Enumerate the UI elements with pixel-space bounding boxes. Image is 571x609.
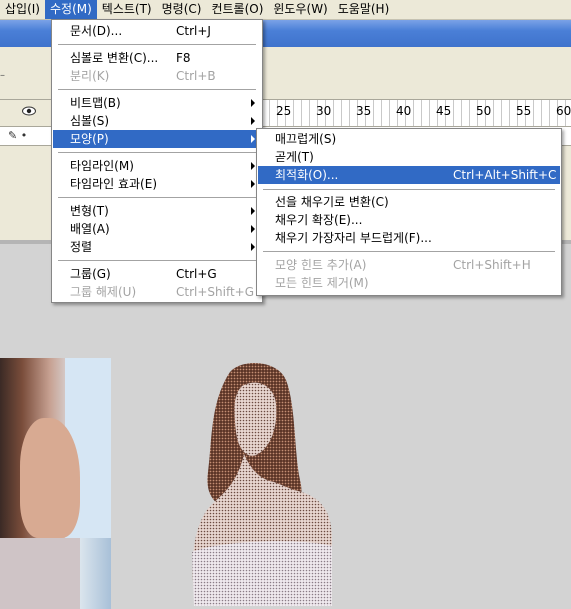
photo-shirt [0,538,80,609]
eye-icon[interactable] [22,106,36,116]
menu-separator [58,197,256,198]
menu-item-label: 모든 힌트 제거(M) [275,276,369,290]
menu-item-symbol[interactable]: 심볼(S) [53,112,261,130]
menu-item-label: 비트맵(B) [70,96,121,110]
menu-item-arrange[interactable]: 배열(A) [53,220,261,238]
menu-separator [263,189,555,190]
menu-control[interactable]: 컨트롤(O) [206,0,268,19]
menu-item-shape[interactable]: 모양(P) [53,130,261,148]
menu-separator [58,260,256,261]
menu-item-shortcut: F8 [176,51,191,65]
menu-item-soften-fill-edges[interactable]: 채우기 가장자리 부드럽게(F)... [258,229,560,247]
menu-item-break-apart[interactable]: 분리(K) Ctrl+B [53,67,261,85]
menu-separator [58,44,256,45]
ruler-tick-label: 50 [476,104,492,118]
menu-insert[interactable]: 삽입(I) [0,0,45,19]
menu-item-smooth[interactable]: 매끄럽게(S) [258,130,560,148]
menu-item-label: 배열(A) [70,222,110,236]
modify-menu: 문서(D)... Ctrl+J 심볼로 변환(C)... F8 분리(K) Ct… [51,19,263,303]
pencil-icon: ✎ • [8,129,28,142]
menu-item-label: 최적화(O)... [275,168,339,182]
menu-item-label: 타임라인(M) [70,159,134,173]
menu-item-label: 심볼(S) [70,114,110,128]
submenu-arrow-icon [251,207,255,215]
menu-item-label: 채우기 확장(E)... [275,213,363,227]
menu-help[interactable]: 도움말(H) [333,0,395,19]
menu-commands[interactable]: 명령(C) [157,0,207,19]
menu-item-label: 그룹 해제(U) [70,285,137,299]
toolbar-grip: – [0,70,5,81]
menu-item-label: 채우기 가장자리 부드럽게(F)... [275,231,432,245]
menu-item-shortcut: Ctrl+Alt+Shift+C [453,168,557,182]
menu-modify[interactable]: 수정(M) [44,0,97,19]
ruler-tick-label: 25 [276,104,292,118]
submenu-arrow-icon [251,225,255,233]
photo-figure [20,418,80,538]
menu-item-shortcut: Ctrl+J [176,24,211,38]
menu-item-convert-to-symbol[interactable]: 심볼로 변환(C)... F8 [53,49,261,67]
menu-item-convert-lines-to-fills[interactable]: 선을 채우기로 변환(C) [258,193,560,211]
menu-item-shortcut: Ctrl+G [176,267,217,281]
menu-item-transform[interactable]: 변형(T) [53,202,261,220]
ruler-tick-label: 30 [316,104,332,118]
ruler-tick-label: 60 [556,104,571,118]
menu-separator [58,152,256,153]
submenu-arrow-icon [251,135,255,143]
submenu-arrow-icon [251,243,255,251]
menu-item-label: 정렬 [70,240,93,254]
menu-item-align[interactable]: 정렬 [53,238,261,256]
menu-item-timeline-effects[interactable]: 타임라인 효과(E) [53,175,261,193]
ruler-tick-label: 35 [356,104,372,118]
menu-item-label: 모양 힌트 추가(A) [275,258,367,272]
menu-item-remove-all-hints[interactable]: 모든 힌트 제거(M) [258,274,560,292]
menu-item-group[interactable]: 그룹(G) Ctrl+G [53,265,261,283]
menu-item-ungroup[interactable]: 그룹 해제(U) Ctrl+Shift+G [53,283,261,301]
menu-bar: 삽입(I) 수정(M) 텍스트(T) 명령(C) 컨트롤(O) 윈도우(W) 도… [0,0,571,20]
submenu-arrow-icon [251,117,255,125]
submenu-arrow-icon [251,99,255,107]
menu-item-label: 그룹(G) [70,267,111,281]
menu-item-label: 매끄럽게(S) [275,132,337,146]
menu-item-document[interactable]: 문서(D)... Ctrl+J [53,22,261,40]
menu-item-bitmap[interactable]: 비트맵(B) [53,94,261,112]
menu-item-add-shape-hint[interactable]: 모양 힌트 추가(A) Ctrl+Shift+H [258,256,560,274]
menu-item-timeline[interactable]: 타임라인(M) [53,157,261,175]
menu-item-expand-fill[interactable]: 채우기 확장(E)... [258,211,560,229]
menu-item-label: 선을 채우기로 변환(C) [275,195,389,209]
menu-separator [58,89,256,90]
menu-item-shortcut: Ctrl+Shift+H [453,258,531,272]
menu-item-label: 변형(T) [70,204,109,218]
menu-item-label: 문서(D)... [70,24,123,38]
menu-window[interactable]: 윈도우(W) [268,0,332,19]
menu-item-label: 타임라인 효과(E) [70,177,158,191]
menu-item-shortcut: Ctrl+Shift+G [176,285,255,299]
menu-item-label: 심볼로 변환(C)... [70,51,159,65]
menu-text[interactable]: 텍스트(T) [97,0,157,19]
menu-separator [263,251,555,252]
menu-item-shortcut: Ctrl+B [176,69,216,83]
menu-item-optimize[interactable]: 최적화(O)... Ctrl+Alt+Shift+C [258,166,560,184]
menu-item-label: 곧게(T) [275,150,314,164]
menu-item-label: 모양(P) [70,132,109,146]
ruler-tick-label: 55 [516,104,532,118]
bitmap-photo[interactable] [0,358,111,609]
menu-item-straighten[interactable]: 곧게(T) [258,148,560,166]
ruler-tick-label: 40 [396,104,412,118]
submenu-arrow-icon [251,162,255,170]
ruler-tick-label: 45 [436,104,452,118]
menu-item-label: 분리(K) [70,69,110,83]
shape-submenu: 매끄럽게(S) 곧게(T) 최적화(O)... Ctrl+Alt+Shift+C… [256,128,562,296]
submenu-arrow-icon [251,180,255,188]
traced-bitmap-shape[interactable] [182,362,334,606]
